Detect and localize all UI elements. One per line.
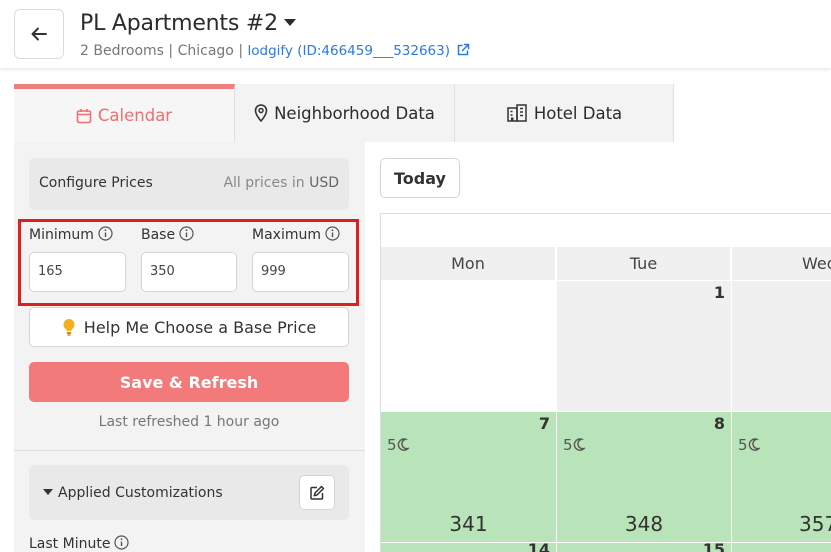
applied-label-text: Applied Customizations — [58, 485, 223, 501]
weekday-tue: Tue — [557, 247, 731, 280]
map-pin-icon — [254, 104, 268, 122]
lightbulb-icon — [63, 318, 75, 336]
moon-icon — [573, 438, 585, 451]
last-refreshed-text: Last refreshed 1 hour ago — [98, 414, 280, 430]
day-number: 8 — [713, 414, 725, 433]
tab-calendar[interactable]: Calendar — [14, 84, 235, 142]
calendar-day-cell[interactable] — [732, 543, 831, 552]
listing-subtitle: 2 Bedrooms | Chicago | lodgify (ID:46645… — [80, 43, 470, 59]
min-stay: 5 — [738, 436, 760, 454]
min-stay: 5 — [563, 436, 585, 454]
external-link-icon[interactable] — [456, 43, 470, 57]
currency-note: All prices in USD — [223, 175, 339, 191]
day-number: 14 — [528, 543, 550, 552]
last-minute-label: Last Minute — [29, 535, 130, 552]
calendar-day-cell[interactable]: 8 5 348 — [557, 412, 731, 542]
separator: | — [163, 43, 178, 59]
day-number: 15 — [703, 543, 725, 552]
caret-down-icon — [43, 489, 53, 495]
day-number: 1 — [713, 283, 725, 302]
currency-note-text: All prices in — [223, 175, 305, 191]
today-button[interactable]: Today — [380, 158, 460, 198]
tab-bar: Calendar Neighborhood Data Hotel Data — [14, 84, 674, 142]
calendar-day-cell[interactable]: 1 — [557, 281, 731, 411]
calendar-day-cell[interactable] — [732, 281, 831, 411]
weekday-mon: Mon — [381, 247, 556, 280]
hotel-icon — [507, 104, 527, 122]
calendar-day-cell[interactable]: 5 357 — [732, 412, 831, 542]
min-stay: 5 — [387, 436, 409, 454]
calendar-day-cell[interactable]: 14 — [381, 543, 556, 552]
calendar-day-cell[interactable] — [381, 281, 556, 411]
day-price: 357 — [799, 512, 831, 536]
edit-customizations-button[interactable] — [299, 475, 335, 510]
moon-icon — [748, 438, 760, 451]
min-stay-value: 5 — [738, 436, 748, 454]
moon-icon — [397, 438, 409, 451]
weekday-wed: Wed — [732, 247, 831, 280]
configure-prices-label: Configure Prices — [39, 175, 153, 191]
applied-customizations-label: Applied Customizations — [43, 485, 223, 501]
day-price: 341 — [449, 512, 488, 536]
listing-title[interactable]: PL Apartments #2 — [80, 11, 296, 36]
tab-neighborhood-data[interactable]: Neighborhood Data — [235, 84, 455, 142]
tab-calendar-label: Calendar — [97, 106, 173, 125]
separator: | — [233, 43, 248, 59]
min-stay-value: 5 — [563, 436, 573, 454]
currency-code: USD — [309, 175, 339, 191]
listing-source-link[interactable]: lodgify (ID:466459___532663) — [248, 43, 450, 59]
last-minute-text: Last Minute — [29, 536, 111, 552]
day-price: 348 — [624, 512, 664, 536]
help-button-label: Help Me Choose a Base Price — [83, 317, 317, 337]
calendar-weekday-header: Mon Tue Wed — [381, 247, 831, 280]
city-text: Chicago — [177, 43, 234, 59]
page-header: PL Apartments #2 2 Bedrooms | Chicago | … — [0, 0, 831, 68]
calendar-day-cell[interactable]: 15 — [557, 543, 731, 552]
save-refresh-button[interactable]: Save & Refresh — [29, 362, 349, 402]
day-number: 7 — [538, 414, 550, 433]
divider — [14, 450, 365, 451]
applied-customizations-box[interactable]: Applied Customizations — [29, 465, 349, 520]
min-stay-value: 5 — [387, 436, 397, 454]
calendar-icon — [76, 108, 92, 123]
bedrooms-text: 2 Bedrooms — [80, 43, 164, 59]
tab-hotel-label: Hotel Data — [533, 103, 623, 123]
info-icon[interactable] — [114, 535, 130, 550]
chevron-down-icon[interactable] — [283, 19, 296, 26]
arrow-left-icon — [31, 27, 47, 41]
help-choose-base-price-button[interactable]: Help Me Choose a Base Price — [29, 307, 349, 347]
tab-neighborhood-label: Neighborhood Data — [274, 103, 435, 123]
price-inputs-highlight — [18, 219, 359, 306]
back-button[interactable] — [14, 9, 64, 59]
listing-title-text: PL Apartments #2 — [80, 11, 278, 36]
configure-prices-box: Configure Prices All prices in USD — [29, 158, 349, 210]
tab-hotel-data[interactable]: Hotel Data — [455, 84, 674, 142]
edit-icon — [310, 485, 325, 500]
calendar-day-cell[interactable]: 7 5 341 — [381, 412, 556, 542]
